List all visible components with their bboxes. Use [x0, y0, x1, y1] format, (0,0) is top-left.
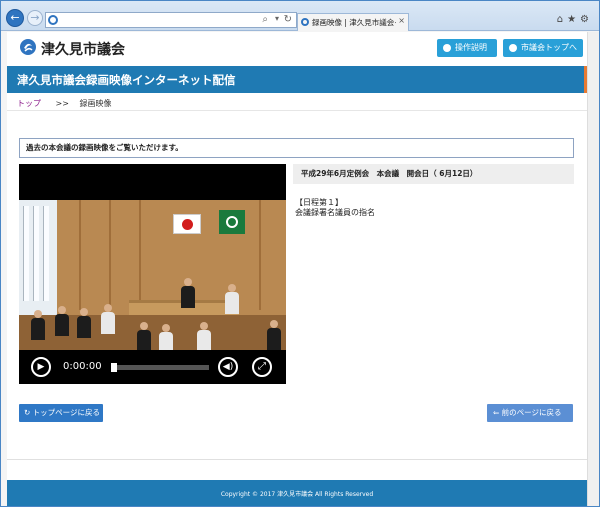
council-top-button-label: 市議会トップへ: [521, 43, 577, 52]
video-scene-plank: [139, 200, 141, 310]
reload-icon: ↻: [24, 408, 33, 417]
breadcrumb-top-link[interactable]: トップ: [17, 99, 41, 108]
video-scene-pane: [23, 206, 29, 301]
volume-button[interactable]: ◀): [218, 357, 238, 377]
flag-sun: [182, 219, 193, 230]
back-to-top-label: トップページに戻る: [32, 408, 101, 417]
video-controls: ▶ 0:00:00 ◀) ⤢: [19, 350, 286, 384]
site-icon: [301, 18, 309, 26]
breadcrumb-separator: >>: [55, 99, 69, 108]
divider: [7, 459, 587, 460]
page-title: 津久見市議会録画映像インターネット配信: [17, 73, 236, 87]
video-scene-plank: [79, 200, 81, 310]
breadcrumb-current: 録画映像: [79, 99, 112, 108]
city-emblem: [226, 216, 238, 228]
video-scene-person: [55, 306, 69, 336]
chart-icon: [509, 44, 517, 52]
toolbar-icons[interactable]: ⌂★⚙: [557, 14, 593, 25]
previous-page-button[interactable]: ⇐ 前のページに戻る: [487, 404, 573, 422]
seek-handle[interactable]: [111, 363, 117, 372]
reload-icon[interactable]: ↻: [284, 14, 292, 25]
seek-bar[interactable]: [111, 365, 209, 370]
page-content: 津久見市議会 操作説明 市議会トップへ 津久見市議会録画映像インターネット配信 …: [7, 32, 587, 506]
forward-button[interactable]: →: [27, 10, 43, 26]
play-button[interactable]: ▶: [31, 357, 51, 377]
site-name[interactable]: 津久見市議会: [41, 39, 125, 59]
agenda-item[interactable]: 会議録署名議員の指名: [295, 207, 375, 218]
site-icon: [48, 15, 58, 25]
video-scene-person: [267, 320, 281, 350]
logo-icon: [20, 39, 36, 55]
arrow-left-icon: ⇐: [493, 408, 502, 417]
tab-title: 録画映像 | 津久見市議会イ...: [312, 18, 396, 27]
browser-tab[interactable]: 録画映像 | 津久見市議会イ... ×: [297, 13, 409, 31]
search-icon[interactable]: ⌕: [262, 14, 268, 25]
time-display: 0:00:00: [63, 361, 102, 372]
close-icon[interactable]: ×: [398, 16, 405, 25]
gear-icon: [443, 44, 451, 52]
video-scene-person: [77, 308, 91, 338]
fullscreen-button[interactable]: ⤢: [252, 357, 272, 377]
notice-box: 過去の本会議の録画映像をご覧いただけます。: [19, 138, 574, 158]
video-scene-person: [101, 304, 115, 334]
new-tab-button[interactable]: [411, 14, 427, 30]
browser-window: ← → ⌕ ▾ ↻ 録画映像 | 津久見市議会イ... × ⌂★⚙ 津久見市議会: [0, 0, 600, 507]
back-to-top-button[interactable]: ↻ トップページに戻る: [19, 404, 103, 422]
video-scene-person: [225, 284, 239, 314]
video-scene-plank: [259, 200, 261, 310]
divider: [7, 110, 587, 111]
video-frame: [19, 200, 286, 354]
council-top-button[interactable]: 市議会トップへ: [503, 39, 583, 57]
city-flag: [219, 210, 245, 234]
previous-page-label: 前のページに戻る: [501, 408, 562, 417]
video-scene-person: [137, 322, 151, 352]
page-banner: 津久見市議会録画映像インターネット配信: [7, 66, 587, 93]
national-flag: [173, 214, 201, 234]
scrollbar[interactable]: [587, 32, 599, 506]
browser-toolbar: ← → ⌕ ▾ ↻ 録画映像 | 津久見市議会イ... × ⌂★⚙: [1, 1, 599, 31]
video-scene-person: [197, 322, 211, 352]
guide-button-label: 操作説明: [455, 43, 487, 52]
site-header: 津久見市議会 操作説明 市議会トップへ: [7, 32, 587, 64]
address-bar[interactable]: ⌕ ▾ ↻: [45, 12, 297, 28]
video-scene-pane: [43, 206, 49, 301]
video-player[interactable]: ▶ 0:00:00 ◀) ⤢: [19, 164, 286, 384]
copyright: Copyright © 2017 津久見市議会 All Rights Reser…: [220, 491, 374, 498]
breadcrumb: トップ >> 録画映像: [17, 98, 112, 109]
site-footer: Copyright © 2017 津久見市議会 All Rights Reser…: [7, 480, 587, 506]
chevron-down-icon[interactable]: ▾: [275, 14, 279, 23]
video-scene-pane: [33, 206, 39, 301]
meeting-title: 平成29年6月定例会 本会議 開会日（ 6月12日）: [293, 164, 574, 184]
guide-button[interactable]: 操作説明: [437, 39, 497, 57]
back-button[interactable]: ←: [6, 9, 24, 27]
video-scene-person: [181, 278, 195, 308]
video-scene-person: [31, 310, 45, 340]
video-scene-plank: [109, 200, 111, 310]
